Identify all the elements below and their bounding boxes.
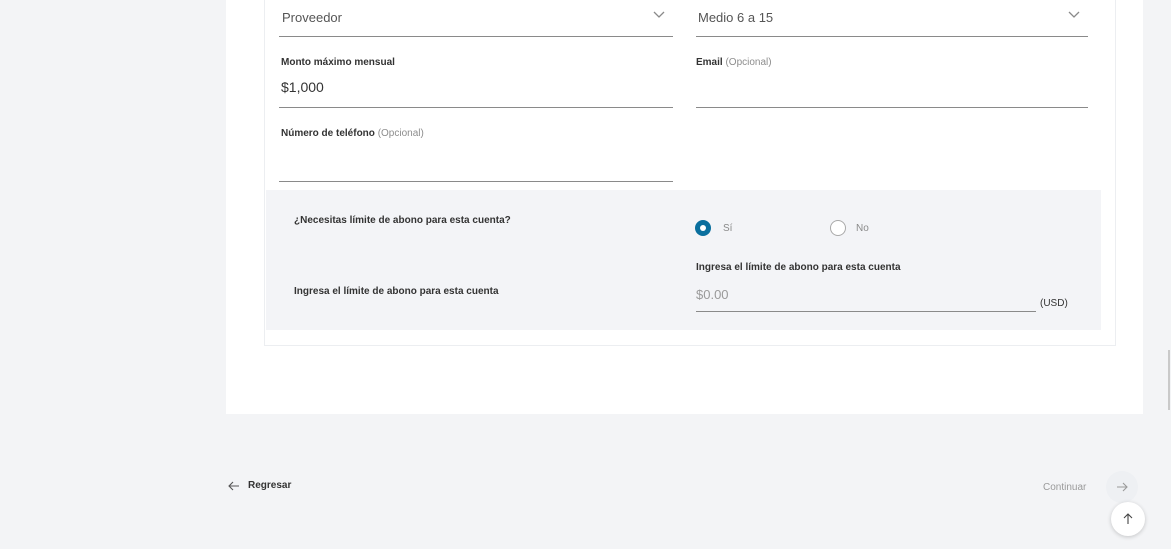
back-label: Regresar: [248, 480, 292, 491]
radio-yes-label: Sí: [723, 223, 733, 234]
monthly-max-label: Monto máximo mensual: [281, 57, 395, 68]
channel-select[interactable]: Medio 6 a 15: [696, 0, 1088, 38]
continue-button[interactable]: [1106, 471, 1138, 503]
account-type-value: Proveedor: [282, 10, 342, 25]
arrow-up-icon: [1123, 513, 1133, 524]
optional-tag: (Opcional): [377, 128, 424, 139]
underline: [279, 181, 673, 182]
optional-tag: (Opcional): [725, 57, 772, 68]
scrollbar[interactable]: [1168, 350, 1170, 410]
phone-field[interactable]: [279, 146, 673, 182]
radio-no-label: No: [856, 223, 869, 234]
arrow-right-icon: [1117, 482, 1128, 492]
scroll-top-button[interactable]: [1111, 502, 1145, 536]
email-label: Email (Opcional): [696, 57, 772, 68]
limit-input-label: Ingresa el límite de abono para esta cue…: [696, 262, 901, 273]
chevron-down-icon: [1068, 11, 1080, 18]
continue-label: Continuar: [1043, 482, 1087, 493]
underline: [696, 36, 1088, 37]
underline: [696, 311, 1036, 312]
radio-yes[interactable]: [695, 220, 711, 236]
underline: [279, 36, 673, 37]
currency-unit: (USD): [1040, 298, 1068, 309]
monthly-max-value: $1,000: [281, 79, 324, 95]
email-field[interactable]: [696, 74, 1088, 108]
limit-amount-input[interactable]: $0.00 (USD): [696, 280, 1076, 313]
account-type-select[interactable]: Proveedor: [279, 0, 673, 38]
monthly-max-input[interactable]: $1,000: [279, 74, 673, 108]
underline: [279, 107, 673, 108]
phone-label: Número de teléfono (Opcional): [281, 128, 424, 139]
arrow-left-icon: [228, 481, 239, 490]
channel-value: Medio 6 a 15: [698, 10, 774, 25]
limit-question: ¿Necesitas límite de abono para esta cue…: [294, 215, 511, 226]
limit-row-label: Ingresa el límite de abono para esta cue…: [294, 286, 499, 297]
underline: [696, 107, 1088, 108]
limit-amount-placeholder: $0.00: [696, 287, 729, 302]
radio-no[interactable]: [830, 220, 846, 236]
back-button[interactable]: Regresar: [228, 480, 291, 491]
chevron-down-icon: [653, 11, 665, 18]
